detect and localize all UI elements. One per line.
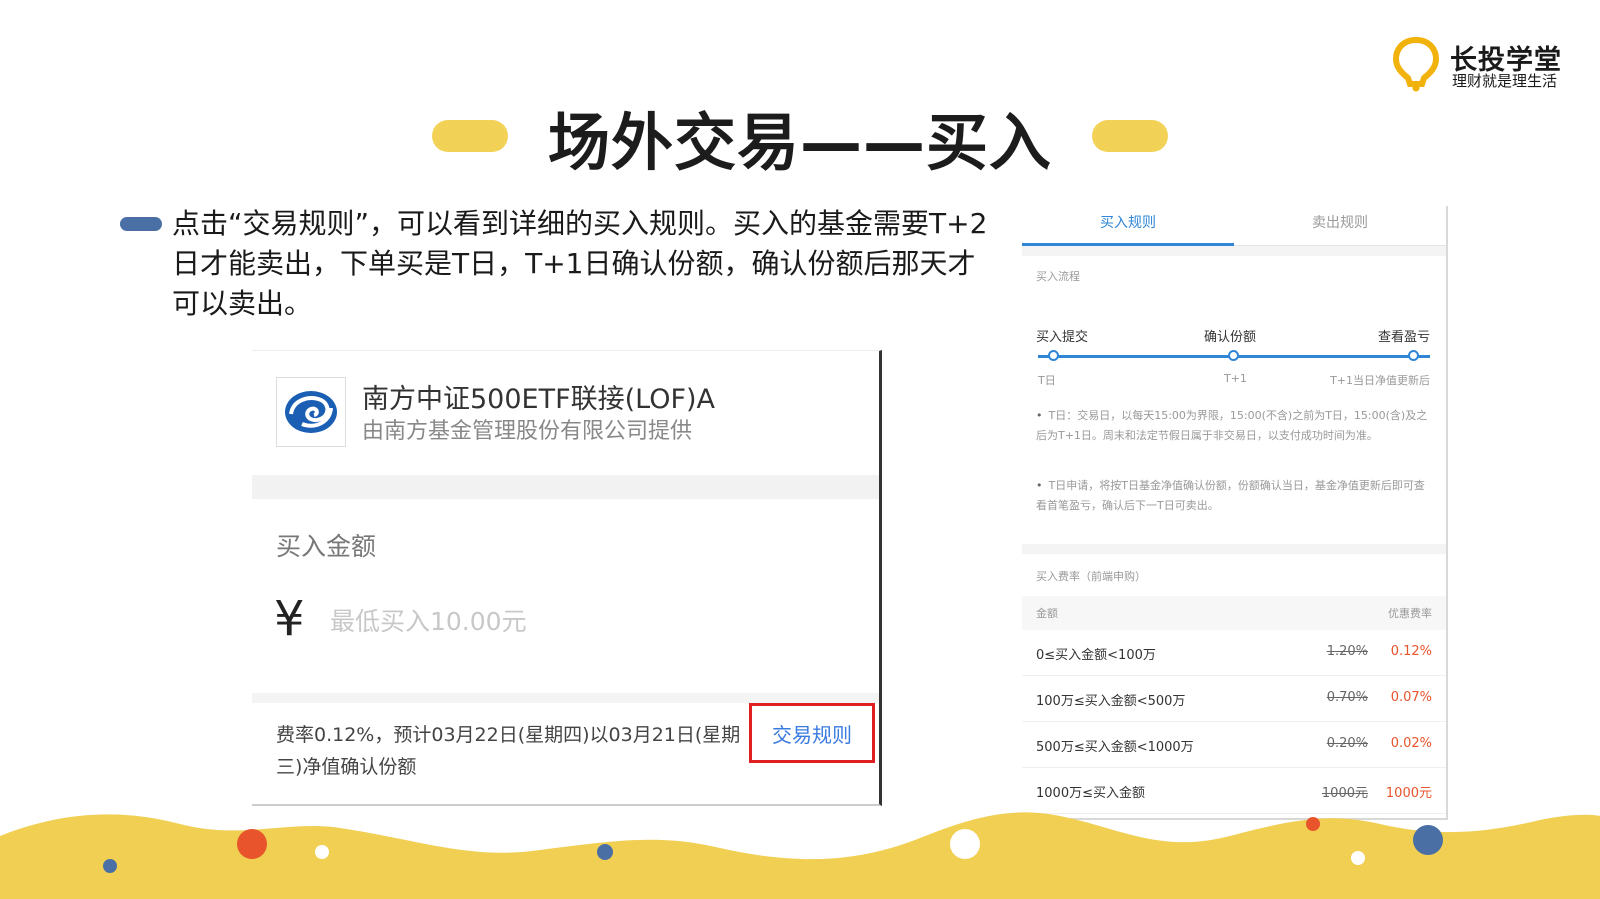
rule-note: T日：交易日，以每天15:00为界限，15:00(不含)之前为T日，15:00(… <box>1036 406 1432 446</box>
rule-note: T日申请，将按T日基金净值确认份额，份额确认当日，基金净值更新后即可查看首笔盈亏… <box>1036 476 1432 516</box>
bullet-text: 点击“交易规则”，可以看到详细的买入规则。买入的基金需要T+2日才能卖出，下单买… <box>172 207 988 320</box>
flow-step-label: 确认份额 <box>1204 330 1257 345</box>
fee-range: 0≤买入金额<100万 <box>1036 648 1156 663</box>
divider <box>252 693 879 703</box>
divider <box>252 475 879 499</box>
divider <box>1022 544 1446 554</box>
flow-dot <box>1048 350 1059 361</box>
flow-step-label: 买入提交 <box>1036 330 1089 345</box>
flow-step-sub: T日 <box>1038 374 1056 387</box>
bullet-marker <box>120 217 162 231</box>
fee-range: 100万≤买入金额<500万 <box>1036 694 1186 709</box>
fund-provider: 由南方基金管理股份有限公司提供 <box>362 419 693 444</box>
fee-original: 0.20% <box>1326 736 1368 751</box>
lightbulb-icon <box>1392 36 1440 92</box>
table-row: 500万≤买入金额<1000万 0.20% 0.02% <box>1022 722 1446 768</box>
fee-range: 500万≤买入金额<1000万 <box>1036 740 1194 755</box>
rules-tabs: 买入规则 卖出规则 <box>1022 206 1446 246</box>
flow-step-label: 查看盈亏 <box>1377 330 1430 345</box>
swirl-icon <box>285 391 337 433</box>
flow-dot <box>1408 350 1419 361</box>
amount-label: 买入金额 <box>276 532 377 561</box>
fee-discount: 0.12% <box>1390 644 1432 659</box>
flow-step-sub: T+1 <box>1224 372 1247 385</box>
table-row: 100万≤买入金额<500万 0.70% 0.07% <box>1022 676 1446 722</box>
buy-panel: 南方中证500ETF联接(LOF)A 由南方基金管理股份有限公司提供 买入金额 … <box>252 350 882 806</box>
page-title: 场外交易——买入 <box>547 106 1052 179</box>
fee-original: 1.20% <box>1326 644 1368 659</box>
fee-header-rate: 优惠费率 <box>1388 607 1432 620</box>
tab-buy-rules[interactable]: 买入规则 <box>1022 212 1234 232</box>
fee-header-amount: 金额 <box>1036 607 1058 620</box>
decorative-wave <box>0 812 1600 899</box>
fee-note: 费率0.12%，预计03月22日(星期四)以03月21日(星期三)净值确认份额 <box>276 724 741 778</box>
flow-dot <box>1228 350 1239 361</box>
rules-panel: 买入规则 卖出规则 买入流程 买入提交 确认份额 查看盈亏 T日 T+1 T+1… <box>1022 206 1448 820</box>
tab-sell-rules[interactable]: 卖出规则 <box>1234 212 1446 232</box>
yen-icon: ¥ <box>274 591 305 647</box>
amount-input[interactable] <box>330 601 770 641</box>
fee-title: 买入费率（前端申购） <box>1036 570 1146 583</box>
fee-table-header: 金额 优惠费率 <box>1022 596 1446 630</box>
fund-header: 南方中证500ETF联接(LOF)A 由南方基金管理股份有限公司提供 <box>252 351 879 475</box>
fund-company-logo <box>276 377 346 447</box>
divider <box>1022 246 1446 256</box>
fund-name: 南方中证500ETF联接(LOF)A <box>362 384 716 415</box>
title-decoration-left <box>432 120 508 152</box>
fee-discount: 0.07% <box>1390 690 1432 705</box>
flow-step-sub: T+1当日净值更新后 <box>1330 374 1430 387</box>
title-decoration-right <box>1092 120 1168 152</box>
brand-slogan: 理财就是理生活 <box>1452 72 1558 90</box>
brand-logo: 长投学堂 理财就是理生活 <box>1392 36 1572 92</box>
flow-title: 买入流程 <box>1036 270 1080 283</box>
trade-rules-button[interactable]: 交易规则 <box>749 703 875 763</box>
fee-discount: 0.02% <box>1390 736 1432 751</box>
table-row: 0≤买入金额<100万 1.20% 0.12% <box>1022 630 1446 676</box>
fee-original: 0.70% <box>1326 690 1368 705</box>
